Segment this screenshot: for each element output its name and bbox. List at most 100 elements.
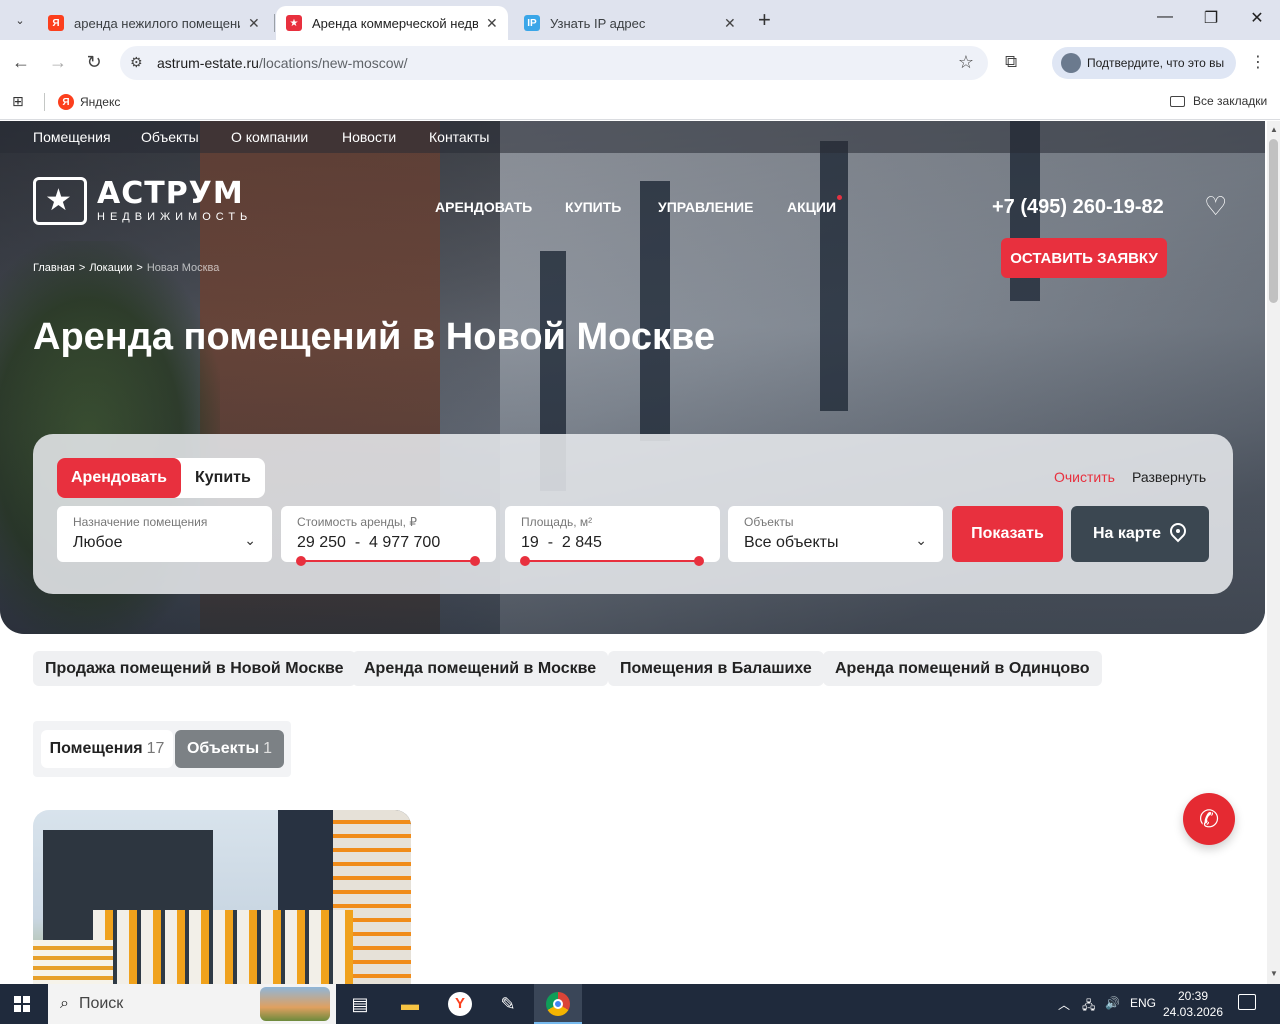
- area-slider-max-handle[interactable]: [694, 556, 704, 566]
- object-card-image[interactable]: [33, 810, 411, 984]
- objects-select[interactable]: Объекты Все объекты ⌄: [728, 506, 943, 562]
- apps-grid-icon[interactable]: ⊞: [12, 93, 24, 110]
- quicklink-balashikha[interactable]: Помещения в Балашихе: [608, 651, 824, 686]
- site-settings-icon[interactable]: ⚙: [130, 54, 143, 71]
- site-logo[interactable]: ★ АСТРУМ НЕДВИЖИМОСТЬ: [33, 177, 252, 225]
- quicklink-rent-moscow[interactable]: Аренда помещений в Москве: [352, 651, 609, 686]
- breadcrumb-home[interactable]: Главная: [33, 262, 75, 274]
- yandex-icon: Я: [48, 15, 64, 31]
- file-explorer-icon[interactable]: ▬: [396, 990, 424, 1018]
- nav-management[interactable]: УПРАВЛЕНИЕ: [658, 199, 753, 215]
- favorites-heart-icon[interactable]: ♡: [1204, 191, 1227, 221]
- tab-title: аренда нежилого помещения: [74, 15, 240, 31]
- show-results-button[interactable]: Показать: [952, 506, 1063, 562]
- price-slider-max-handle[interactable]: [470, 556, 480, 566]
- buy-toggle[interactable]: Купить: [181, 458, 265, 498]
- topnav-objects[interactable]: Объекты: [141, 129, 199, 145]
- address-bar[interactable]: ⚙ astrum-estate.ru/locations/new-moscow/…: [120, 46, 988, 80]
- price-range-value[interactable]: 29 250 - 4 977 700: [297, 534, 440, 552]
- windows-taskbar: ⌕ Поиск ▤ ▬ Y ✎ ︿ 🖧 🔊 ENG 20:39 24.03.20…: [0, 984, 1280, 1024]
- area-range-value[interactable]: 19 - 2 845: [521, 534, 602, 552]
- tab-yandex-search[interactable]: Я аренда нежилого помещения ✕: [38, 6, 270, 40]
- map-button-label: На карте: [1092, 525, 1162, 542]
- tab-astrum[interactable]: ★ Аренда коммерческой недвиж ✕: [276, 6, 508, 40]
- bookmark-star-icon[interactable]: ☆: [958, 52, 974, 73]
- price-slider-track[interactable]: [301, 560, 475, 562]
- topnav-news[interactable]: Новости: [342, 129, 396, 145]
- topnav-contacts[interactable]: Контакты: [429, 129, 489, 145]
- close-tab-icon[interactable]: ✕: [486, 15, 498, 32]
- all-bookmarks[interactable]: Все закладки: [1170, 94, 1267, 108]
- start-windows-icon[interactable]: [14, 996, 30, 1012]
- tray-chevron-up-icon[interactable]: ︿: [1058, 996, 1070, 1013]
- quicklink-sale-new-moscow[interactable]: Продажа помещений в Новой Москве: [33, 651, 356, 686]
- deal-type-switch: Арендовать Купить: [57, 458, 265, 498]
- tab-title: Аренда коммерческой недвиж: [312, 15, 478, 31]
- phone-number[interactable]: +7 (495) 260-19-82: [992, 196, 1164, 219]
- folder-icon: [1170, 95, 1185, 107]
- tab-objects[interactable]: Объекты 1: [175, 730, 284, 768]
- nav-buy[interactable]: КУПИТЬ: [565, 199, 621, 215]
- logo-main-text: АСТРУМ: [97, 176, 244, 211]
- astrum-icon: ★: [286, 15, 302, 31]
- url-text[interactable]: astrum-estate.ru/locations/new-moscow/: [157, 55, 408, 71]
- nav-rent[interactable]: АРЕНДОВАТЬ: [435, 199, 532, 215]
- page-title: Аренда помещений в Новой Москве: [33, 316, 715, 358]
- clear-filter-link[interactable]: Очистить: [1054, 469, 1115, 485]
- menu-icon[interactable]: ⋮: [1250, 52, 1266, 72]
- page-scrollbar[interactable]: ▲ ▼: [1267, 121, 1280, 984]
- area-slider-track[interactable]: [525, 560, 699, 562]
- area-slider-min-handle[interactable]: [520, 556, 530, 566]
- volume-icon[interactable]: 🔊: [1105, 996, 1120, 1010]
- quicklink-rent-odintsovo[interactable]: Аренда помещений в Одинцово: [823, 651, 1102, 686]
- tab-ip[interactable]: IP Узнать IP адрес ✕: [514, 6, 746, 40]
- reload-icon[interactable]: ↻: [83, 52, 105, 73]
- tab-premises[interactable]: Помещения 17: [41, 730, 173, 768]
- expand-filter-link[interactable]: Развернуть: [1132, 469, 1206, 485]
- bookmark-yandex[interactable]: Я Яндекс: [58, 94, 120, 110]
- topnav-about[interactable]: О компании: [231, 129, 308, 145]
- field-label: Объекты: [744, 515, 794, 529]
- field-value: Любое: [73, 534, 123, 551]
- restore-icon[interactable]: ❐: [1201, 8, 1221, 28]
- purpose-select[interactable]: Назначение помещения Любое ⌄: [57, 506, 272, 562]
- leave-request-button[interactable]: ОСТАВИТЬ ЗАЯВКУ: [1001, 238, 1167, 278]
- extensions-icon[interactable]: ⧉: [1005, 52, 1017, 72]
- profile-verify-button[interactable]: Подтвердите, что это вы: [1052, 47, 1236, 79]
- area-range[interactable]: Площадь, м² 19 - 2 845: [505, 506, 720, 566]
- taskbar-search[interactable]: ⌕ Поиск: [48, 984, 336, 1024]
- field-label: Стоимость аренды, ₽: [297, 515, 417, 529]
- breadcrumb-locations[interactable]: Локации: [89, 262, 132, 274]
- back-icon[interactable]: ←: [10, 52, 32, 73]
- tab-search-icon[interactable]: ⌄: [8, 8, 32, 32]
- notifications-icon[interactable]: [1238, 994, 1256, 1010]
- close-window-icon[interactable]: ✕: [1247, 8, 1267, 28]
- paint-icon[interactable]: ✎: [494, 990, 522, 1018]
- scrollbar-thumb[interactable]: [1269, 139, 1278, 303]
- task-view-icon[interactable]: ▤: [346, 990, 374, 1018]
- logo-sub-text: НЕДВИЖИМОСТЬ: [97, 211, 253, 223]
- ip-icon: IP: [524, 15, 540, 31]
- minimize-icon[interactable]: —: [1155, 8, 1175, 26]
- field-value: Все объекты: [744, 534, 839, 551]
- close-tab-icon[interactable]: ✕: [724, 15, 736, 32]
- yandex-browser-icon[interactable]: Y: [446, 990, 474, 1018]
- forward-icon[interactable]: →: [47, 52, 69, 73]
- new-tab-icon[interactable]: +: [758, 9, 771, 31]
- network-icon[interactable]: 🖧: [1082, 996, 1095, 1017]
- price-slider-min-handle[interactable]: [296, 556, 306, 566]
- close-tab-icon[interactable]: ✕: [248, 15, 260, 32]
- top-nav: Помещения Объекты О компании Новости Кон…: [0, 121, 1265, 153]
- show-on-map-button[interactable]: На карте: [1071, 506, 1209, 562]
- promo-indicator: [837, 195, 842, 200]
- tab-label: Объекты: [186, 740, 260, 757]
- taskbar-clock[interactable]: 20:39 24.03.2026: [1160, 988, 1226, 1020]
- chrome-icon[interactable]: [544, 990, 572, 1018]
- nav-promo[interactable]: АКЦИИ: [787, 199, 836, 215]
- rent-toggle[interactable]: Арендовать: [57, 458, 182, 498]
- avatar: [1061, 53, 1081, 73]
- topnav-premises[interactable]: Помещения: [33, 129, 111, 145]
- phone-call-icon[interactable]: ✆: [1183, 793, 1235, 845]
- language-indicator[interactable]: ENG: [1130, 996, 1156, 1010]
- price-range[interactable]: Стоимость аренды, ₽ 29 250 - 4 977 700: [281, 506, 496, 566]
